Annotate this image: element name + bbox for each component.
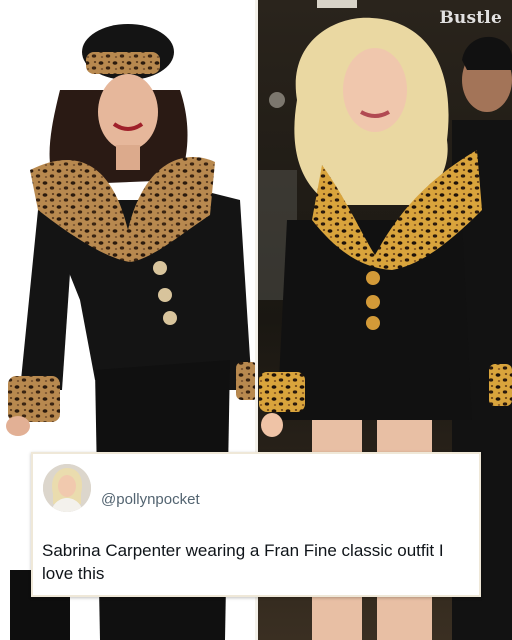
tweet-text: Sabrina Carpenter wearing a Fran Fine cl… — [42, 541, 444, 583]
watermark-logo: Bustle — [439, 8, 502, 28]
tweet-card[interactable]: @pollynpocket Sabrina Carpenter wearing … — [31, 452, 481, 597]
tweet-handle[interactable]: @pollynpocket — [101, 491, 200, 508]
profile-avatar[interactable] — [43, 464, 91, 512]
avatar-icon — [43, 464, 91, 512]
meme-image: Bustle @pollynpocket Sabrina Carpenter w… — [0, 0, 512, 640]
